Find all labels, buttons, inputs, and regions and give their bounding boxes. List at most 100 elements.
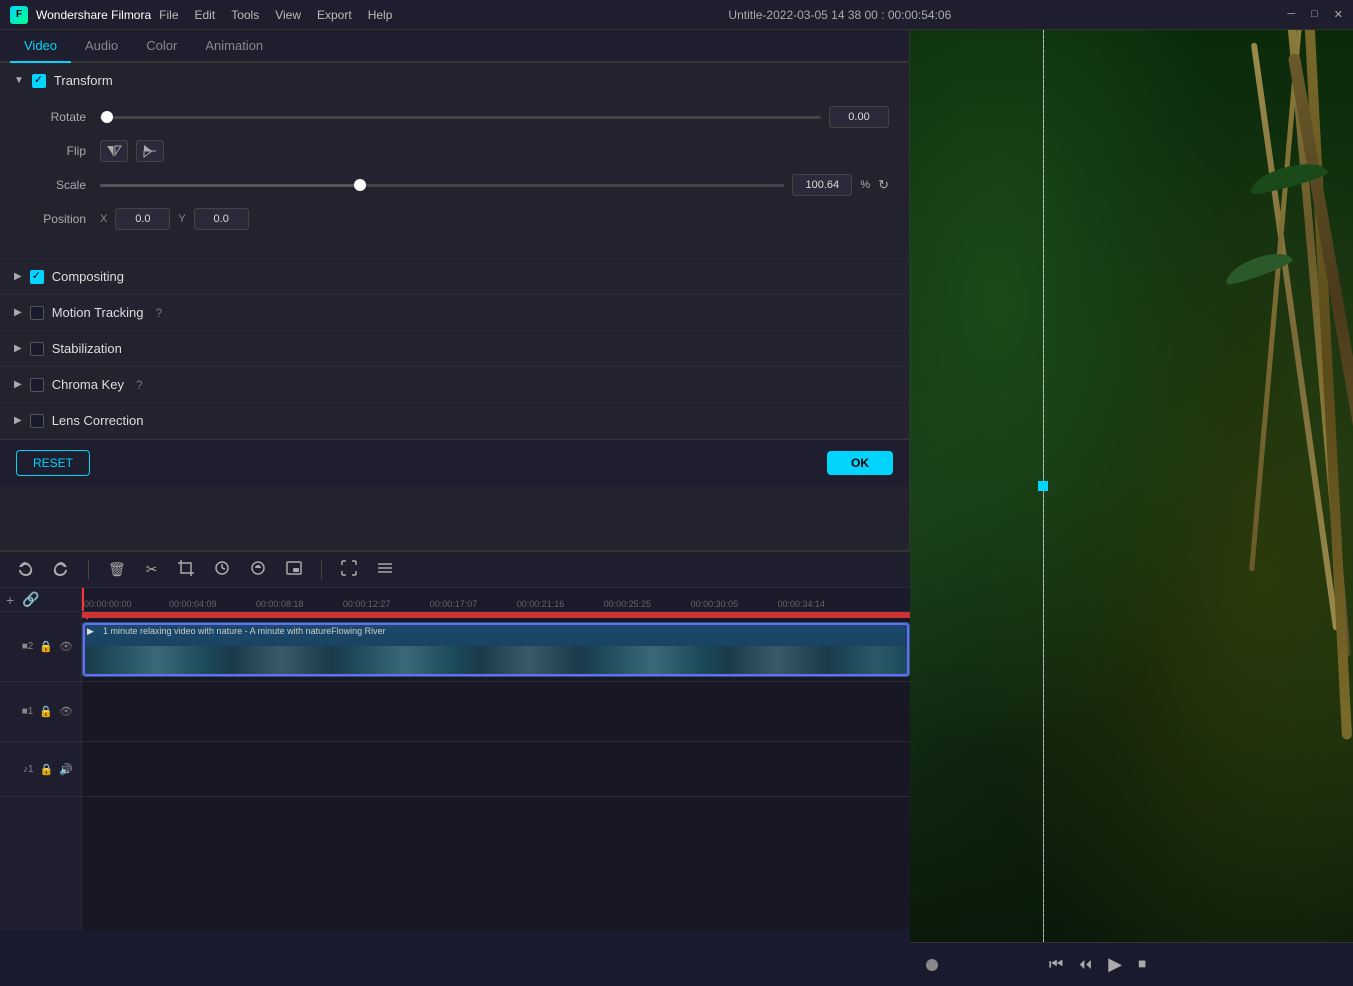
rotate-thumb[interactable] — [101, 111, 113, 123]
scale-label: Scale — [20, 178, 100, 192]
track-1-header: ■1 🔒 👁 — [0, 682, 81, 742]
ruler-spacer: + 🔗 — [0, 588, 81, 612]
play-button[interactable]: ▶ — [1102, 950, 1128, 979]
add-track-icon[interactable]: + — [6, 592, 14, 608]
tab-animation[interactable]: Animation — [191, 30, 277, 63]
tab-color[interactable]: Color — [132, 30, 191, 63]
transform-section: ▼ Transform Rotate — [0, 63, 909, 259]
scale-reset-icon[interactable]: ↻ — [878, 177, 889, 193]
compositing-checkbox[interactable] — [30, 270, 44, 284]
undo-button[interactable] — [12, 557, 38, 582]
transform-content: Rotate Flip — [0, 98, 909, 258]
playhead-line[interactable] — [82, 588, 84, 611]
transform-header[interactable]: ▼ Transform — [0, 63, 909, 98]
pip-button[interactable] — [281, 557, 307, 582]
minimize-icon[interactable]: ─ — [1287, 8, 1295, 21]
time-mark-1: 00:00:04:09 — [169, 599, 217, 609]
position-control: X Y — [100, 208, 889, 230]
window-controls: ─ □ ✕ — [1287, 8, 1343, 21]
app-logo: F — [10, 6, 28, 24]
time-mark-2: 00:00:08:18 — [256, 599, 304, 609]
menu-export[interactable]: Export — [317, 8, 352, 22]
track-1-lock-icon[interactable]: 🔒 — [39, 705, 53, 718]
redo-button[interactable] — [48, 557, 74, 582]
lens-correction-chevron: ▶ — [14, 415, 22, 426]
menu-view[interactable]: View — [275, 8, 301, 22]
tab-audio[interactable]: Audio — [71, 30, 132, 63]
cut-button[interactable]: ✂ — [141, 558, 163, 581]
compositing-section: ▶ Compositing — [0, 259, 909, 295]
stabilization-checkbox[interactable] — [30, 342, 44, 356]
ok-button[interactable]: OK — [827, 451, 893, 475]
lens-correction-checkbox[interactable] — [30, 414, 44, 428]
video-track-1[interactable] — [82, 682, 910, 742]
transform-checkbox[interactable] — [32, 74, 46, 88]
tab-video[interactable]: Video — [10, 30, 71, 63]
menu-file[interactable]: File — [159, 8, 178, 22]
time-ruler[interactable]: 00:00:00:00 00:00:04:09 00:00:08:18 00:0… — [82, 588, 910, 612]
left-panel: Video Audio Color Animation ▼ Transform … — [0, 30, 910, 986]
track-1-visibility-icon[interactable]: 👁 — [59, 705, 73, 718]
menu-help[interactable]: Help — [368, 8, 393, 22]
compositing-header[interactable]: ▶ Compositing — [0, 259, 909, 294]
chroma-key-checkbox[interactable] — [30, 378, 44, 392]
time-mark-5: 00:00:21:16 — [517, 599, 565, 609]
lens-correction-header[interactable]: ▶ Lens Correction — [0, 403, 909, 438]
video-clip-2[interactable]: ▶ 1 minute relaxing video with nature - … — [82, 622, 910, 677]
time-mark-6: 00:00:25:25 — [604, 599, 652, 609]
seek-start-button[interactable]: ⏮ — [1043, 952, 1069, 978]
main-layout: Video Audio Color Animation ▼ Transform … — [0, 30, 1353, 986]
y-label: Y — [178, 213, 185, 225]
chroma-key-header[interactable]: ▶ Chroma Key ? — [0, 367, 909, 402]
flip-horizontal-button[interactable] — [100, 140, 128, 162]
transform-title: Transform — [54, 73, 113, 88]
motion-tracking-help-icon[interactable]: ? — [155, 306, 162, 320]
link-tracks-icon[interactable]: 🔗 — [22, 591, 39, 608]
scale-input[interactable] — [792, 174, 852, 196]
scale-slider[interactable] — [100, 184, 784, 187]
motion-tracking-title: Motion Tracking — [52, 305, 144, 320]
video-track-2[interactable]: ▶ 1 minute relaxing video with nature - … — [82, 612, 910, 682]
stabilization-header[interactable]: ▶ Stabilization — [0, 331, 909, 366]
rotate-row: Rotate — [20, 106, 889, 128]
speed-button[interactable] — [209, 557, 235, 582]
reset-button[interactable]: RESET — [16, 450, 90, 476]
close-icon[interactable]: ✕ — [1334, 8, 1343, 21]
chroma-key-help-icon[interactable]: ? — [136, 378, 143, 392]
compositing-chevron: ▶ — [14, 271, 22, 282]
settings-icon — [377, 560, 393, 576]
motion-tracking-chevron: ▶ — [14, 307, 22, 318]
delete-button[interactable]: 🗑 — [103, 558, 131, 581]
audio-volume-icon[interactable]: 🔊 — [59, 763, 73, 776]
time-mark-0: 00:00:00:00 — [84, 599, 132, 609]
motion-tracking-checkbox[interactable] — [30, 306, 44, 320]
menu-edit[interactable]: Edit — [195, 8, 216, 22]
stop-button[interactable]: ⏹ — [1132, 952, 1152, 978]
x-input[interactable] — [115, 208, 170, 230]
step-back-button[interactable]: ⏴⏴ — [1073, 953, 1098, 977]
maximize-icon[interactable]: □ — [1311, 8, 1318, 21]
chroma-key-title: Chroma Key — [52, 377, 124, 392]
undo-icon — [17, 560, 33, 576]
color-button[interactable] — [245, 557, 271, 582]
settings-button[interactable] — [372, 557, 398, 582]
motion-tracking-header[interactable]: ▶ Motion Tracking ? — [0, 295, 909, 330]
crop-button[interactable] — [173, 557, 199, 582]
rotate-input[interactable] — [829, 106, 889, 128]
audio-lock-icon[interactable]: 🔒 — [40, 763, 54, 776]
scale-row: Scale % ↻ — [20, 174, 889, 196]
audio-track[interactable] — [82, 742, 910, 797]
flip-row: Flip — [20, 140, 889, 162]
speed-icon — [214, 560, 230, 576]
properties-panel: Video Audio Color Animation ▼ Transform … — [0, 30, 910, 550]
y-input[interactable] — [194, 208, 249, 230]
x-label: X — [100, 213, 107, 225]
track-2-visibility-icon[interactable]: 👁 — [59, 640, 73, 653]
flip-vertical-button[interactable] — [136, 140, 164, 162]
track-2-lock-icon[interactable]: 🔒 — [39, 640, 53, 653]
menu-tools[interactable]: Tools — [231, 8, 259, 22]
scale-thumb[interactable] — [354, 179, 366, 191]
fullscreen-button[interactable] — [336, 557, 362, 582]
color-icon — [250, 560, 266, 576]
rotate-slider[interactable] — [100, 116, 821, 119]
